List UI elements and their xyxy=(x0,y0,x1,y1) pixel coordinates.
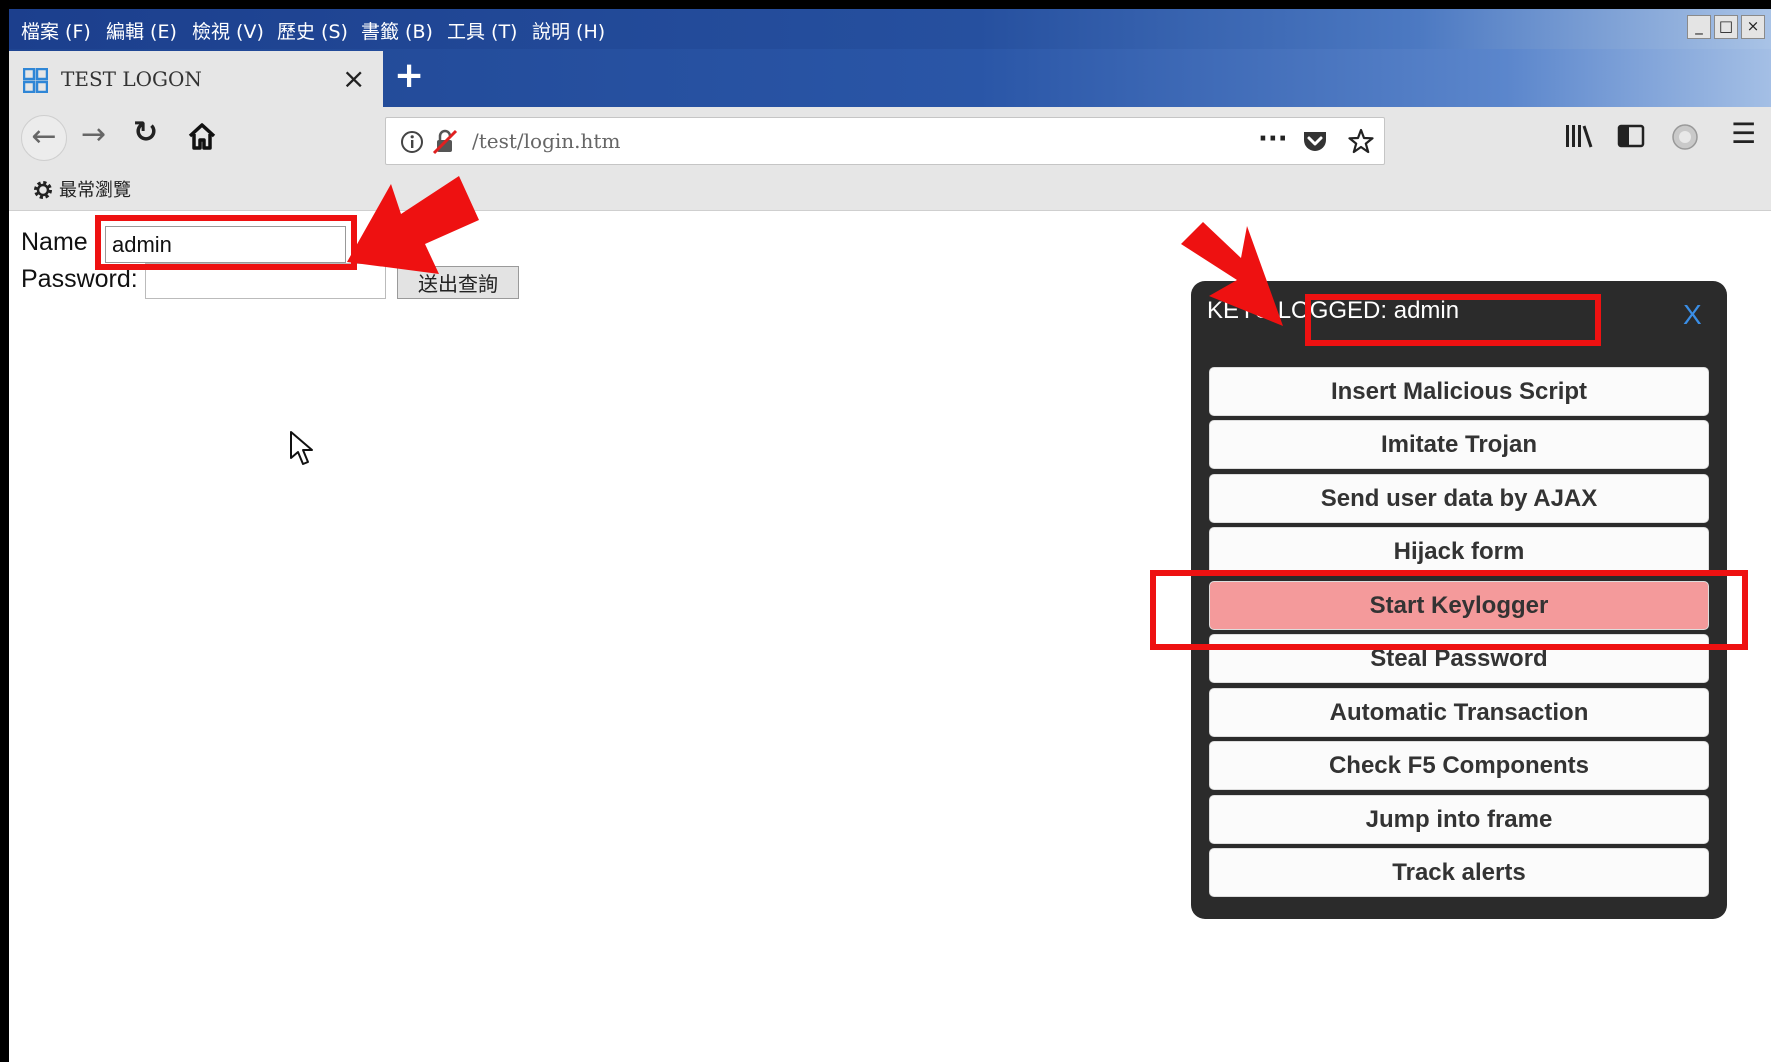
menu-history[interactable]: 歷史 (S) xyxy=(277,17,348,44)
bookmark-most-visited[interactable]: 最常瀏覽 xyxy=(59,176,131,202)
sidebar-icon[interactable] xyxy=(1617,123,1645,149)
menu-bar: 檔案 (F) 編輯 (E) 檢視 (V) 歷史 (S) 書籤 (B) 工具 (T… xyxy=(9,9,1771,49)
window-close-button[interactable]: × xyxy=(1741,15,1765,39)
insecure-connection-icon[interactable] xyxy=(432,129,458,155)
jump-into-frame-button[interactable]: Jump into frame xyxy=(1209,795,1709,844)
menu-bookmarks[interactable]: 書籤 (B) xyxy=(361,17,433,44)
page-actions-icon[interactable]: ··· xyxy=(1258,124,1288,154)
bookmark-star-icon[interactable] xyxy=(1348,128,1374,154)
tab-strip: TEST LOGON × + xyxy=(9,49,1771,107)
new-tab-button[interactable]: + xyxy=(394,55,424,96)
navigation-toolbar: ← → ↻ /test/login.htm ··· ☰ xyxy=(9,107,1771,167)
menu-help[interactable]: 說明 (H) xyxy=(532,17,605,44)
imitate-trojan-button[interactable]: Imitate Trojan xyxy=(1209,420,1709,469)
hijack-form-button[interactable]: Hijack form xyxy=(1209,527,1709,576)
name-highlight-box xyxy=(95,215,357,270)
gear-icon[interactable] xyxy=(31,178,55,202)
start-keylogger-highlight-box xyxy=(1150,570,1748,650)
check-f5-components-button[interactable]: Check F5 Components xyxy=(1209,741,1709,790)
page-content: Name admin Password: 送出查詢 KEYS LOGGED: a… xyxy=(9,176,1771,1062)
keys-logged-highlight-box xyxy=(1305,294,1601,346)
automatic-transaction-button[interactable]: Automatic Transaction xyxy=(1209,688,1709,737)
tab-close-icon[interactable]: × xyxy=(342,62,365,95)
info-icon[interactable] xyxy=(400,130,424,154)
bookmarks-toolbar: 最常瀏覽 xyxy=(9,167,1771,211)
hamburger-menu-icon[interactable]: ☰ xyxy=(1731,117,1756,150)
menu-tools[interactable]: 工具 (T) xyxy=(447,17,517,44)
pocket-icon[interactable] xyxy=(1302,129,1328,153)
minimize-button[interactable]: _ xyxy=(1687,15,1711,39)
insert-malicious-script-button[interactable]: Insert Malicious Script xyxy=(1209,367,1709,416)
panel-close-button[interactable]: X xyxy=(1683,299,1702,331)
address-bar[interactable]: /test/login.htm ··· xyxy=(385,117,1385,165)
browser-window: 檔案 (F) 編輯 (E) 檢視 (V) 歷史 (S) 書籤 (B) 工具 (T… xyxy=(9,9,1771,1062)
tab-test-logon[interactable]: TEST LOGON × xyxy=(9,51,383,107)
name-label: Name xyxy=(21,228,88,256)
track-alerts-button[interactable]: Track alerts xyxy=(1209,848,1709,897)
extension-icon[interactable] xyxy=(1671,123,1699,151)
menu-file[interactable]: 檔案 (F) xyxy=(21,17,91,44)
page-icon xyxy=(23,68,48,93)
maximize-button[interactable]: □ xyxy=(1714,15,1738,39)
tab-title: TEST LOGON xyxy=(61,67,202,91)
red-arrow-icon xyxy=(347,176,479,274)
home-icon[interactable] xyxy=(187,121,217,151)
menu-view[interactable]: 檢視 (V) xyxy=(192,17,264,44)
library-icon[interactable] xyxy=(1564,123,1594,149)
reload-button[interactable]: ↻ xyxy=(133,115,158,150)
red-arrow-icon xyxy=(1181,222,1283,326)
url-text[interactable]: /test/login.htm xyxy=(472,129,620,153)
send-user-data-ajax-button[interactable]: Send user data by AJAX xyxy=(1209,474,1709,523)
forward-button[interactable]: → xyxy=(81,117,106,152)
back-button[interactable]: ← xyxy=(21,115,67,161)
menu-edit[interactable]: 編輯 (E) xyxy=(106,17,177,44)
cursor-icon xyxy=(290,431,313,465)
